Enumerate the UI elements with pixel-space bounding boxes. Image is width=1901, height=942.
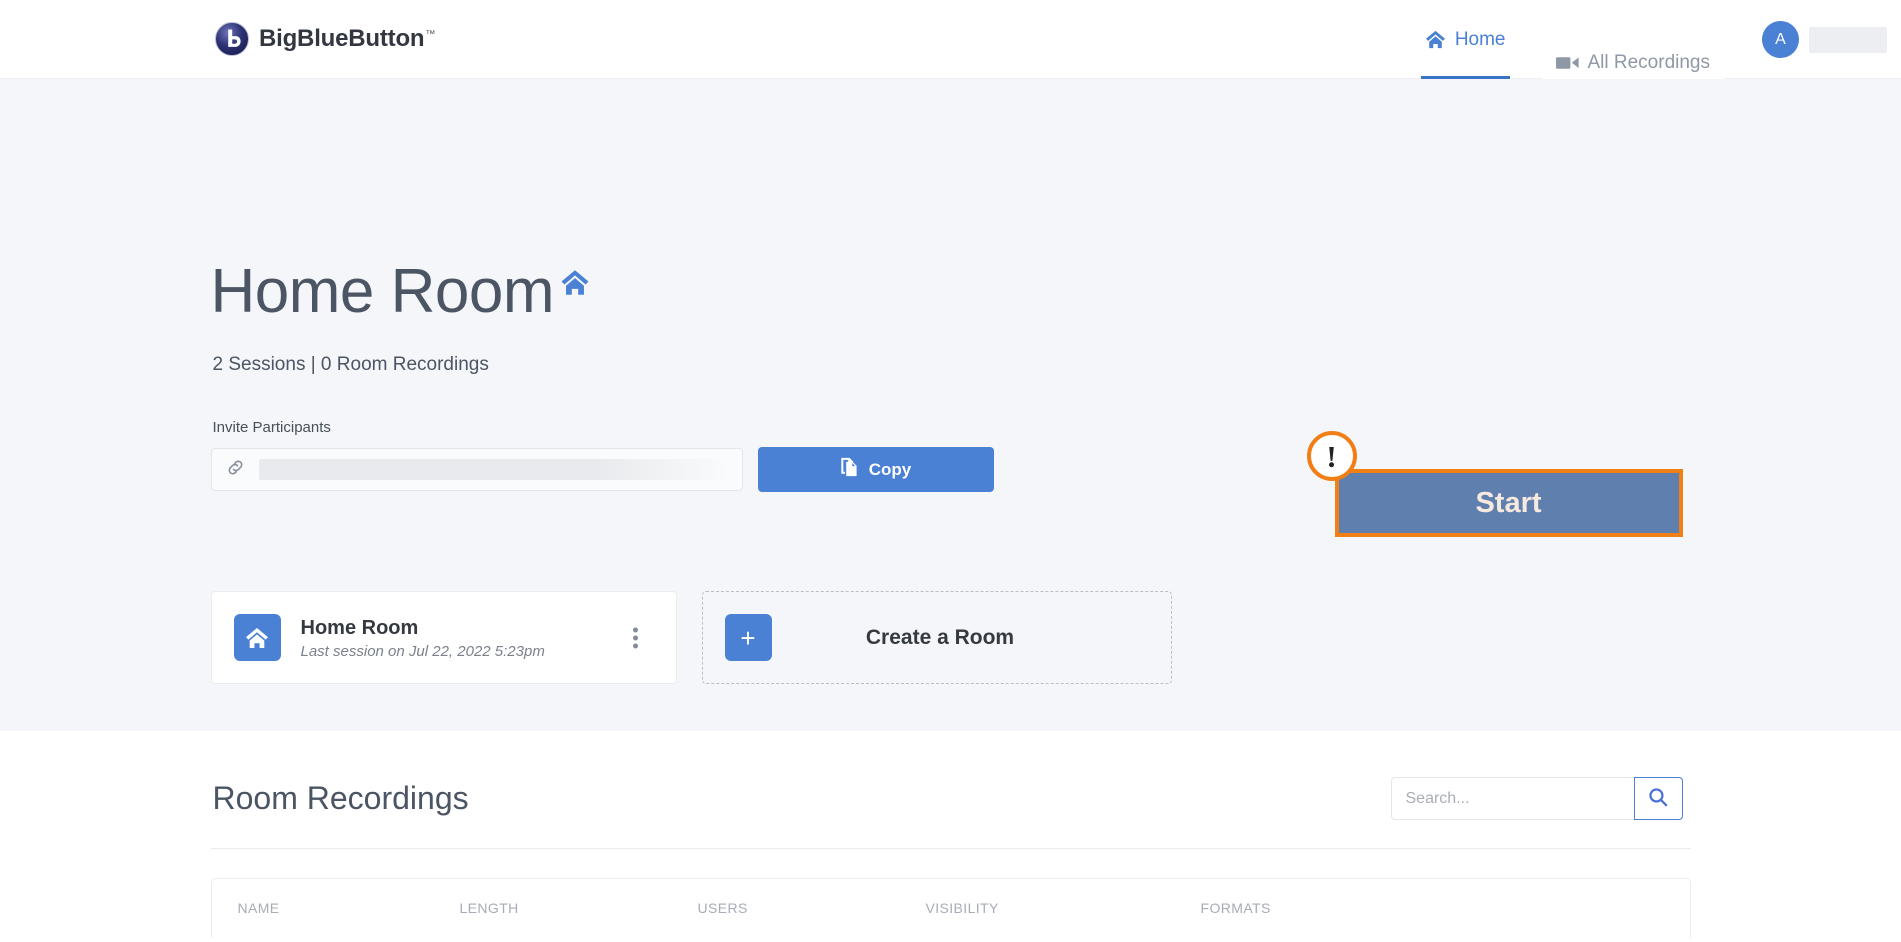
brand-logo-link[interactable]: BigBlueButton™ (215, 22, 435, 56)
column-header-visibility[interactable]: VISIBILITY (926, 900, 1201, 916)
recordings-search (1390, 777, 1683, 820)
bigbluebutton-logo-icon (215, 22, 249, 56)
link-icon (226, 458, 245, 482)
copy-button[interactable]: Copy (757, 447, 994, 492)
kebab-dot (632, 627, 638, 632)
nav-item-home[interactable]: Home (1411, 0, 1520, 79)
kebab-dot (632, 643, 638, 648)
search-icon (1648, 787, 1668, 810)
nav-item-home-label: Home (1454, 28, 1506, 50)
invite-participants-label: Invite Participants (212, 419, 331, 436)
room-stats: 2 Sessions | 0 Room Recordings (212, 354, 489, 375)
start-button[interactable]: Start (1334, 469, 1683, 537)
invite-link-field[interactable] (210, 448, 743, 491)
column-header-length[interactable]: LENGTH (460, 900, 698, 916)
start-button-label: Start (1475, 486, 1542, 519)
page-title-text: Home Room (210, 257, 555, 326)
recordings-title: Room Recordings (212, 780, 469, 816)
page-title: Home Room (211, 261, 591, 323)
rooms-list: Home Room Last session on Jul 22, 2022 5… (210, 591, 1172, 684)
invite-link-value-redacted (258, 459, 728, 480)
create-room-label: Create a Room (865, 625, 1015, 649)
recordings-table: NAME LENGTH USERS VISIBILITY FORMATS (210, 878, 1691, 938)
copy-icon (840, 457, 859, 482)
app-header: BigBlueButton™ Home All Recordings A (0, 0, 1901, 79)
room-card-last-session: Last session on Jul 22, 2022 5:23pm (300, 642, 545, 660)
home-icon (560, 269, 590, 301)
avatar: A (1762, 21, 1799, 58)
recordings-table-header-row: NAME LENGTH USERS VISIBILITY FORMATS (212, 879, 1690, 937)
video-camera-icon (1555, 55, 1579, 71)
kebab-menu-icon[interactable] (629, 623, 642, 652)
brand-name-text: BigBlueButton (259, 25, 425, 52)
room-card[interactable]: Home Room Last session on Jul 22, 2022 5… (210, 591, 677, 684)
column-header-formats[interactable]: FORMATS (1201, 900, 1461, 916)
recordings-header: Room Recordings (211, 777, 1691, 820)
nav-item-all-recordings-label: All Recordings (1587, 51, 1711, 73)
alert-exclamation-icon: ! (1306, 431, 1357, 481)
room-card-name: Home Room (300, 616, 419, 639)
home-icon (1425, 30, 1446, 49)
room-hero-section: Home Room 2 Sessions | 0 Room Recordings… (0, 79, 1901, 731)
room-recordings-section: Room Recordings NAME LENGTH USER (0, 731, 1901, 938)
user-name-redacted (1809, 26, 1887, 53)
home-icon (233, 614, 281, 661)
search-button[interactable] (1633, 777, 1683, 820)
section-divider (210, 848, 1691, 849)
room-card-text: Home Room Last session on Jul 22, 2022 5… (301, 616, 545, 660)
nav-item-all-recordings[interactable]: All Recordings (1541, 0, 1724, 79)
main-navigation: Home All Recordings A (1411, 0, 1901, 79)
plus-icon: + (724, 614, 772, 661)
user-menu[interactable]: A (1762, 21, 1887, 58)
copy-button-label: Copy (868, 459, 912, 479)
brand-name: BigBlueButton™ (259, 25, 435, 53)
create-room-card[interactable]: + Create a Room (701, 591, 1172, 684)
search-input[interactable] (1390, 777, 1634, 820)
kebab-dot (632, 635, 638, 640)
start-button-wrapper: Start ! (1306, 431, 1683, 537)
column-header-users[interactable]: USERS (698, 900, 926, 916)
column-header-name[interactable]: NAME (238, 900, 460, 916)
trademark-symbol: ™ (425, 29, 436, 40)
invite-row: Copy (210, 447, 994, 492)
